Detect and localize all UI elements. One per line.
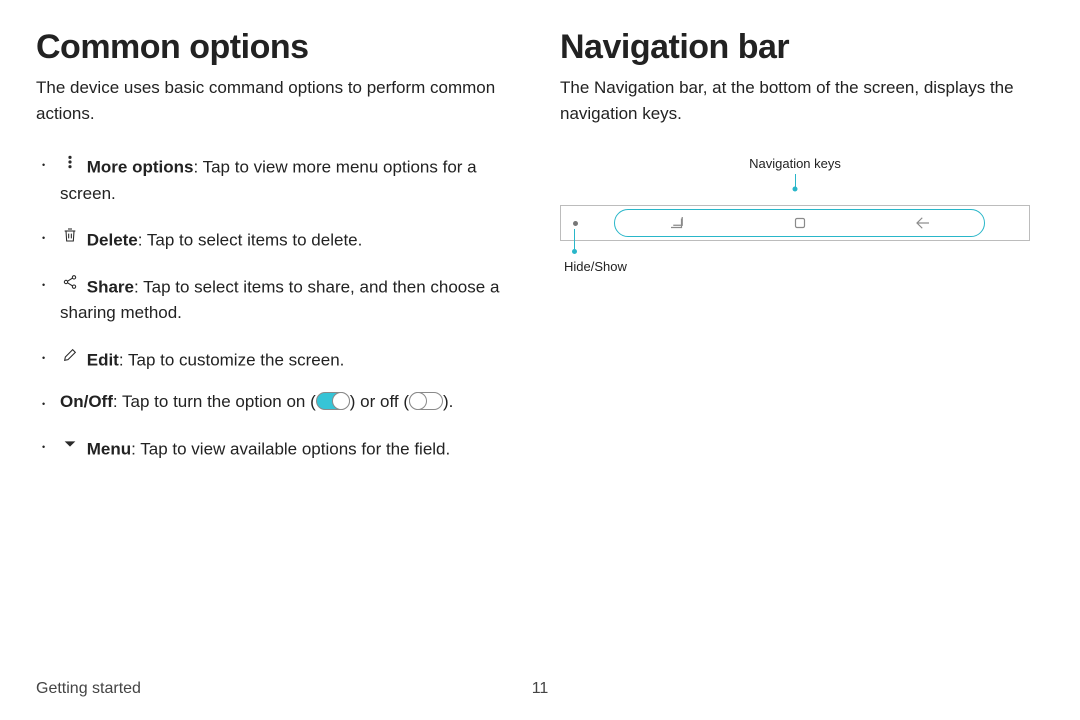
common-options-heading: Common options (36, 28, 520, 67)
recents-key-icon (615, 210, 738, 236)
onoff-post: ). (443, 392, 453, 411)
common-options-list: More options: Tap to view more menu opti… (36, 150, 520, 462)
menu-label: Menu (87, 439, 131, 458)
item-menu: Menu: Tap to view available options for … (36, 432, 520, 463)
left-column: Common options The device uses basic com… (36, 28, 520, 478)
right-column: Navigation bar The Navigation bar, at th… (560, 28, 1044, 478)
onoff-label: On/Off (60, 392, 113, 411)
navigation-keys-callout: Navigation keys (645, 156, 945, 171)
onoff-mid: ) or off ( (350, 392, 409, 411)
more-options-icon (60, 150, 80, 176)
hide-show-dot-icon (573, 221, 578, 226)
menu-chevron-down-icon (60, 432, 80, 458)
edit-desc: : Tap to customize the screen. (119, 350, 345, 369)
delete-desc: : Tap to select items to delete. (138, 230, 363, 249)
menu-desc: : Tap to view available options for the … (131, 439, 450, 458)
page-footer: Getting started 11 (36, 680, 1044, 698)
item-more-options: More options: Tap to view more menu opti… (36, 150, 520, 207)
onoff-pre: : Tap to turn the option on ( (113, 392, 316, 411)
footer-section-title: Getting started (36, 680, 520, 698)
common-options-intro: The device uses basic command options to… (36, 75, 520, 126)
delete-label: Delete (87, 230, 138, 249)
nav-keys-group (614, 209, 985, 237)
hide-show-callout: Hide/Show (564, 259, 1030, 274)
callout-dot-icon (793, 187, 798, 192)
more-options-label: More options (87, 157, 194, 176)
back-key-icon (861, 210, 984, 236)
navbar-illustration (560, 205, 1030, 241)
home-key-icon (738, 210, 861, 236)
toggle-off-icon (409, 392, 443, 410)
callout-line-icon (574, 229, 575, 251)
navigation-bar-heading: Navigation bar (560, 28, 1044, 67)
item-delete: Delete: Tap to select items to delete. (36, 223, 520, 254)
toggle-on-icon (316, 392, 350, 410)
share-icon (60, 270, 80, 296)
navigation-bar-diagram: Navigation keys Hide/Show (560, 156, 1030, 274)
item-share: Share: Tap to select items to share, and… (36, 270, 520, 327)
item-onoff: On/Off: Tap to turn the option on ( ) or … (36, 389, 520, 415)
footer-page-number: 11 (520, 680, 560, 698)
navigation-bar-intro: The Navigation bar, at the bottom of the… (560, 75, 1044, 126)
delete-icon (60, 223, 80, 249)
edit-icon (60, 343, 80, 369)
edit-label: Edit (87, 350, 119, 369)
item-edit: Edit: Tap to customize the screen. (36, 343, 520, 374)
share-label: Share (87, 277, 134, 296)
